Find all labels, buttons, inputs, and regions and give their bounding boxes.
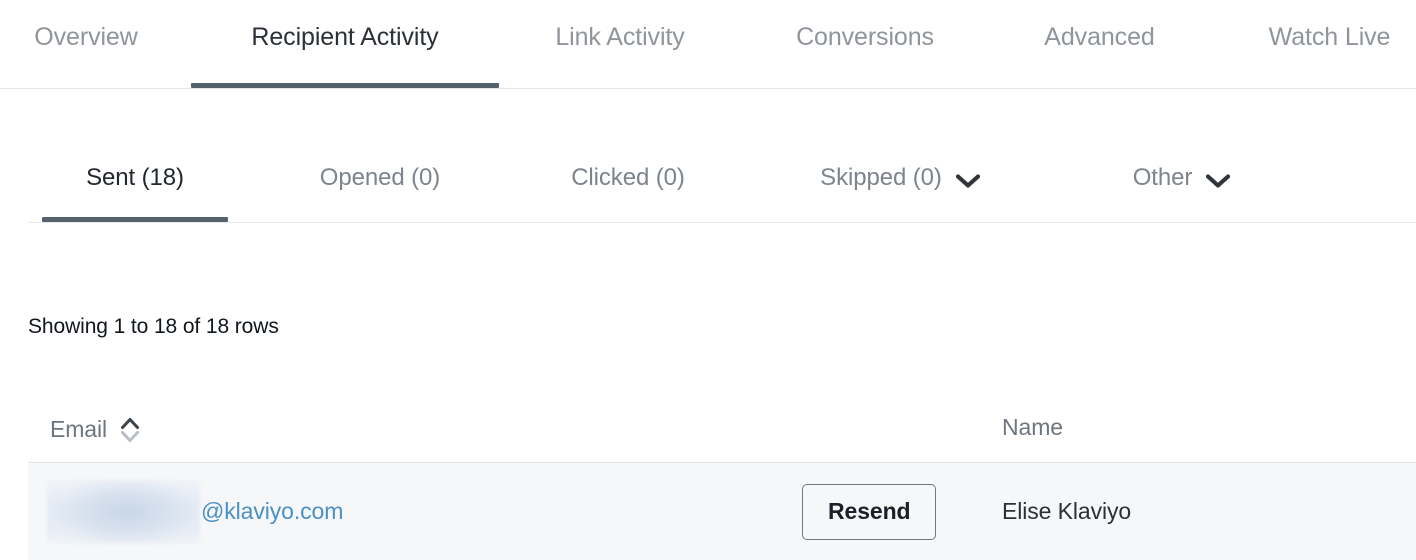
column-header-name-label: Name xyxy=(1002,414,1063,440)
email-domain-text[interactable]: @klaviyo.com xyxy=(201,498,343,525)
status-tab-clicked-0[interactable]: Clicked (0) xyxy=(540,148,716,222)
primary-tab-advanced[interactable]: Advanced xyxy=(1021,0,1178,88)
status-tab-content: Other xyxy=(1133,163,1232,193)
primary-tab-label: Overview xyxy=(34,23,138,51)
recipient-name-text: Elise Klaviyo xyxy=(1002,498,1132,524)
primary-tab-bar: Overview Recipient Activity Link Activity C… xyxy=(0,0,1416,89)
primary-tab-label: Watch Live xyxy=(1268,23,1391,51)
sort-arrows-icon[interactable] xyxy=(119,413,141,447)
status-tab-skipped-0[interactable]: Skipped (0) xyxy=(790,148,1011,222)
status-tab-content: Skipped (0) xyxy=(820,163,981,193)
recipient-activity-page: Overview Recipient Activity Link Activity C… xyxy=(0,0,1416,560)
column-header-email-label: Email xyxy=(50,416,108,442)
primary-tab-active-underline xyxy=(191,83,499,88)
status-tab-label: Opened (0) xyxy=(319,164,441,191)
primary-tab-label: Link Activity xyxy=(555,23,685,51)
cell-action: Resend xyxy=(802,463,937,560)
status-tab-label: Other xyxy=(1132,164,1193,191)
recipients-table: Email Name @klaviyo.com Resend Elise Kla… xyxy=(28,398,1416,560)
primary-tab-label: Advanced xyxy=(1044,23,1155,51)
status-tab-other[interactable]: Other xyxy=(1104,148,1260,222)
primary-tab-label: Recipient Activity xyxy=(251,23,439,51)
table-header-row: Email Name xyxy=(28,398,1416,463)
primary-tab-label: Conversions xyxy=(796,23,934,51)
status-tab-content: Clicked (0) xyxy=(571,163,685,193)
column-header-email[interactable]: Email xyxy=(50,412,141,446)
status-tab-label: Sent (18) xyxy=(86,164,184,191)
primary-tab-overview[interactable]: Overview xyxy=(0,0,172,88)
primary-tab-conversions[interactable]: Conversions xyxy=(760,0,970,88)
status-tab-sent-18[interactable]: Sent (18) xyxy=(42,148,228,222)
status-tab-label: Skipped (0) xyxy=(820,164,942,191)
showing-rows-label: Showing 1 to 18 of 18 rows xyxy=(28,315,279,338)
status-tab-content: Opened (0) xyxy=(319,163,441,193)
recipient-status-tab-bar: Sent (18) Opened (0) Clicked (0) Skipped (0… xyxy=(28,148,1416,223)
primary-tab-recipient-activity[interactable]: Recipient Activity xyxy=(191,0,499,88)
status-tab-label: Clicked (0) xyxy=(571,164,685,191)
column-header-name: Name xyxy=(1002,412,1063,442)
redacted-email-local-part xyxy=(47,479,200,544)
primary-tab-watch-live[interactable]: Watch Live xyxy=(1243,0,1416,88)
status-tab-content: Sent (18) xyxy=(86,163,184,193)
chevron-down-icon[interactable] xyxy=(1205,173,1231,189)
chevron-down-icon[interactable] xyxy=(955,173,981,189)
cell-email: @klaviyo.com xyxy=(47,463,343,560)
primary-tab-link-activity[interactable]: Link Activity xyxy=(525,0,715,88)
table-row[interactable]: @klaviyo.com Resend Elise Klaviyo xyxy=(28,463,1416,560)
status-tab-active-underline xyxy=(42,217,228,222)
status-tab-opened-0[interactable]: Opened (0) xyxy=(292,148,468,222)
resend-button[interactable]: Resend xyxy=(802,483,937,540)
cell-name: Elise Klaviyo xyxy=(1002,463,1131,560)
